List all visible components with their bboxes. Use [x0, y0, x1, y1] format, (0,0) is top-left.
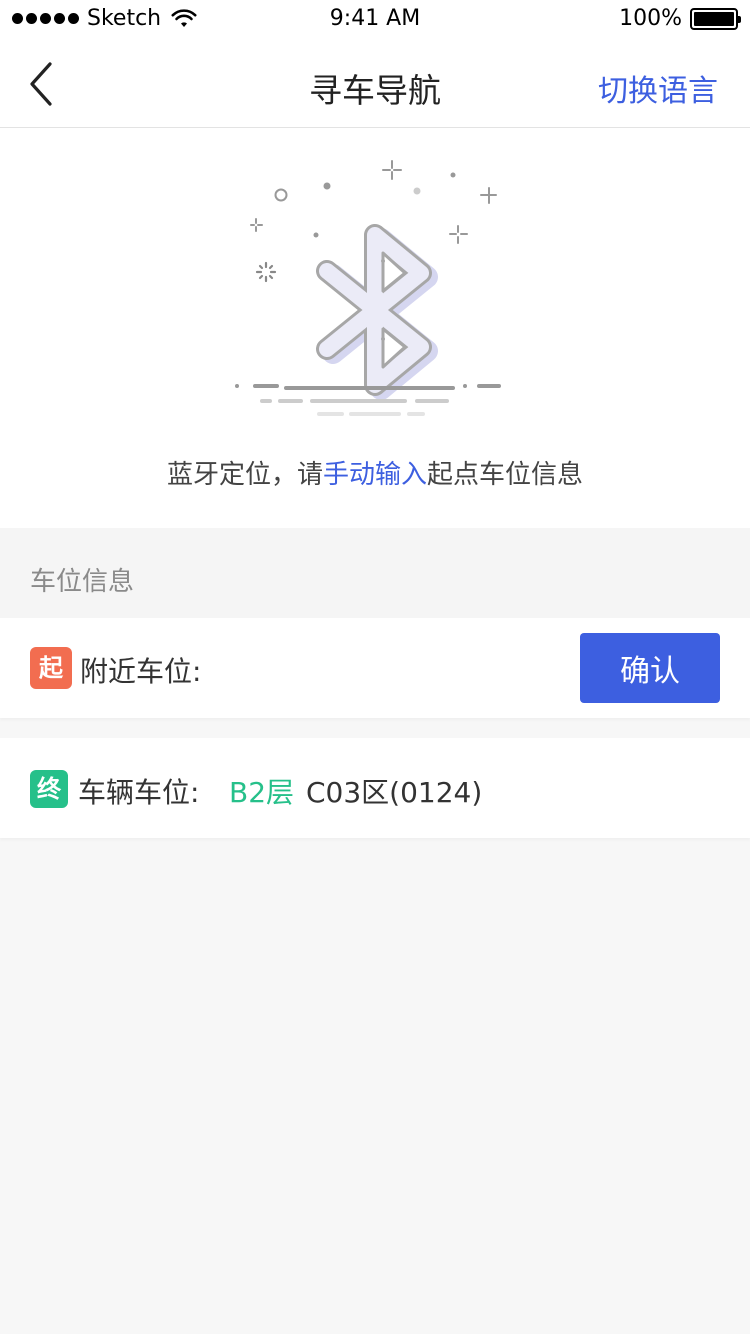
floor-value: B2层 — [229, 776, 295, 809]
chevron-left-icon — [30, 62, 52, 106]
back-button[interactable] — [24, 60, 64, 108]
status-bar: Sketch 9:41 AM 100% — [0, 0, 750, 40]
parking-info-section: 车位信息 — [0, 528, 750, 618]
nearby-space-label: 附近车位: — [80, 655, 202, 688]
status-right: 100% — [619, 6, 741, 31]
end-badge: 终 — [30, 770, 68, 808]
switch-language-button[interactable]: 切换语言 — [598, 66, 718, 110]
manual-input-link[interactable]: 手动输入 — [323, 460, 427, 490]
car-location-row: 终 车辆车位: B2层 C03区(0124) — [0, 738, 750, 838]
bluetooth-hint-text: 蓝牙定位，请手动输入起点车位信息 — [0, 454, 750, 491]
bluetooth-icon — [235, 160, 501, 416]
confirm-button[interactable]: 确认 — [580, 633, 720, 703]
bluetooth-hero: 蓝牙定位，请手动输入起点车位信息 — [0, 128, 750, 528]
hint-suffix: 起点车位信息 — [427, 460, 584, 490]
start-location-row: 起 附近车位: 确认 — [0, 618, 750, 718]
battery-percentage: 100% — [619, 6, 682, 31]
battery-icon — [690, 7, 741, 30]
section-title: 车位信息 — [30, 567, 135, 597]
zone-value: C03区(0124) — [306, 776, 483, 809]
hint-prefix: 蓝牙定位，请 — [166, 460, 323, 490]
car-space-label: 车辆车位: — [78, 776, 200, 809]
navigation-bar: 寻车导航 切换语言 — [0, 40, 750, 128]
start-badge: 起 — [30, 647, 72, 689]
